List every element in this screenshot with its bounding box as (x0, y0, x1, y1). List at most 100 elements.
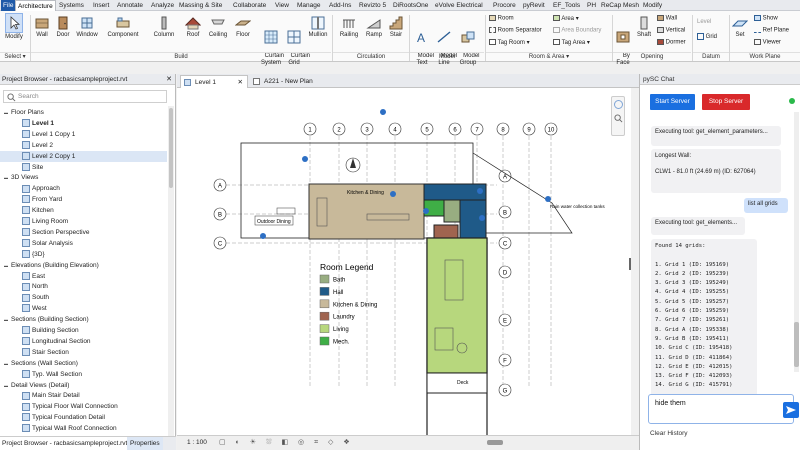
tab-modify[interactable]: Modify (641, 0, 664, 11)
tree-item[interactable]: Building Section (0, 325, 167, 336)
view-scale[interactable]: 1 : 100 (187, 439, 207, 446)
column-button[interactable]: Column (151, 15, 177, 38)
horizontal-scroll-thumb[interactable] (487, 440, 503, 445)
stair-button[interactable]: Stair (386, 15, 406, 38)
railing-button[interactable]: Railing (338, 15, 360, 38)
tab-file[interactable]: File (1, 0, 16, 11)
steering-wheel-icon[interactable] (614, 100, 623, 109)
tree-item[interactable]: Level 1 Copy 1 (0, 129, 167, 140)
send-button[interactable] (783, 402, 799, 418)
tab-dirootsone[interactable]: DiRootsOne (391, 0, 430, 11)
tab-ef-tools[interactable]: EF_Tools (551, 0, 582, 11)
tree-item[interactable]: Living Room (0, 216, 167, 227)
door-button[interactable]: Door (54, 15, 72, 38)
tree-item[interactable]: Level 2 Copy 1 (0, 150, 167, 162)
show-work-plane-button[interactable]: Show (754, 15, 778, 22)
drawing-canvas[interactable]: 1 2 3 4 5 6 7 8 9 10 A B C A B C D E F G Outdoor Dining Kit… (177, 88, 631, 435)
tree-group[interactable]: ▬ Sections (Building Section) (0, 314, 167, 325)
tab-evolve-electrical[interactable]: eVolve Electrical (433, 0, 485, 11)
vertical-scroll-thumb[interactable] (629, 258, 631, 270)
model-text-button[interactable]: A Model Text (411, 15, 434, 74)
component-button[interactable]: Component (104, 15, 142, 38)
elevation-marker[interactable] (380, 109, 386, 115)
tab-level-1[interactable]: Level 1 ✕ (180, 75, 248, 88)
tab-massing-site[interactable]: Massing & Site (177, 0, 224, 11)
tab-a221-new-plan[interactable]: A221 - New Plan (250, 75, 348, 88)
grid-button[interactable]: Grid (697, 33, 717, 40)
tab-pyrevit[interactable]: pyRevit (521, 0, 547, 11)
tree-item[interactable]: Level 1 (0, 118, 167, 129)
elevation-marker[interactable] (260, 233, 266, 239)
chat-input[interactable]: hide them (648, 394, 799, 424)
window-button[interactable]: Window (75, 15, 99, 38)
select-panel-label[interactable]: Select ▾ (0, 52, 30, 61)
wall-opening-button[interactable]: Wall (657, 15, 677, 22)
tab-recap-mesh[interactable]: ReCap Mesh (599, 0, 641, 11)
collapse-icon[interactable]: ▬ (4, 380, 11, 391)
tree-item[interactable]: South (0, 292, 167, 303)
ceiling-button[interactable]: Ceiling (207, 15, 229, 38)
tree-item[interactable]: Typical Wall Roof Connection (0, 423, 167, 434)
tag-room-button[interactable]: Tag Room ▾ (489, 39, 530, 46)
elevation-marker[interactable] (477, 188, 483, 194)
tree-item[interactable]: Typical Floor Wall Connection (0, 401, 167, 412)
tab-architecture[interactable]: Architecture (15, 0, 56, 11)
browser-scrollbar[interactable] (168, 106, 174, 436)
tab-analyze[interactable]: Analyze (149, 0, 176, 11)
browser-scroll-thumb[interactable] (169, 108, 173, 188)
tree-item[interactable]: East (0, 271, 167, 282)
mullion-button[interactable]: Mullion (306, 15, 330, 38)
tree-item[interactable]: Level 2 (0, 140, 167, 151)
chat-scrollbar[interactable] (794, 112, 799, 372)
tree-item[interactable]: Section Perspective (0, 227, 167, 238)
tree-item[interactable]: Typ. Wall Section (0, 369, 167, 380)
floor-button[interactable]: Floor (234, 15, 252, 38)
tab-manage[interactable]: Manage (295, 0, 323, 11)
viewer-button[interactable]: Viewer (754, 39, 781, 46)
shaft-button[interactable]: Shaft (634, 15, 654, 38)
model-group-button[interactable]: Model Group (456, 15, 480, 74)
tab-revizto-5[interactable]: Revizto 5 (357, 0, 388, 11)
tree-item[interactable]: West (0, 303, 167, 314)
tree-item[interactable]: Approach (0, 183, 167, 194)
collapse-icon[interactable]: ▬ (4, 314, 11, 325)
tree-item[interactable]: Longitudinal Section (0, 336, 167, 347)
vertical-opening-button[interactable]: Vertical (657, 27, 685, 34)
clear-history-link[interactable]: Clear History (650, 430, 688, 437)
curtain-system-button[interactable]: Curtain System (258, 15, 284, 74)
room-bath[interactable] (443, 199, 461, 223)
tree-group[interactable]: ▬ 3D Views (0, 172, 167, 183)
area-boundary-button[interactable]: Area Boundary (553, 27, 601, 34)
area-button[interactable]: Area ▾ (553, 15, 579, 22)
room-living[interactable] (426, 237, 488, 374)
view-control-icons[interactable]: ▢ ◐ ☀ ⛆ ◧ ◎ ⌗ ◇ ❖ (219, 438, 354, 447)
set-work-plane-button[interactable]: Set (731, 15, 749, 38)
elevation-marker[interactable] (390, 191, 396, 197)
tree-item[interactable]: Main Stair Detail (0, 390, 167, 401)
tree-item[interactable]: Solar Analysis (0, 238, 167, 249)
collapse-icon[interactable]: ▬ (4, 358, 11, 369)
model-line-button[interactable]: Model Line (434, 15, 457, 74)
tab-project-browser[interactable]: Project Browser - racbasicsampleproject.… (0, 437, 131, 450)
tab-insert[interactable]: Insert (91, 0, 111, 11)
tab-add-ins[interactable]: Add-Ins (327, 0, 353, 11)
tab-procore[interactable]: Procore (491, 0, 518, 11)
roof-button[interactable]: Roof (184, 15, 202, 38)
tab-properties[interactable]: Properties (127, 437, 163, 450)
tree-item[interactable]: North (0, 281, 167, 292)
navigation-bar[interactable] (611, 96, 625, 136)
tree-item[interactable]: Typical Foundation Detail (0, 412, 167, 423)
tree-item[interactable]: Kitchen (0, 205, 167, 216)
tree-group[interactable]: ▬ Elevations (Building Elevation) (0, 260, 167, 271)
chat-scroll-thumb[interactable] (794, 322, 799, 367)
dormer-button[interactable]: Dormer (657, 39, 686, 46)
ramp-button[interactable]: Ramp (364, 15, 384, 38)
tree-item[interactable]: {3D} (0, 249, 167, 260)
elevation-marker[interactable] (545, 196, 551, 202)
room-laundry[interactable] (433, 224, 459, 239)
room-area-panel-label[interactable]: Room & Area ▾ (486, 52, 612, 61)
tab-view[interactable]: View (273, 0, 291, 11)
ref-plane-button[interactable]: Ref Plane (754, 27, 789, 34)
collapse-icon[interactable]: ▬ (4, 107, 11, 118)
elevation-marker[interactable] (302, 156, 308, 162)
